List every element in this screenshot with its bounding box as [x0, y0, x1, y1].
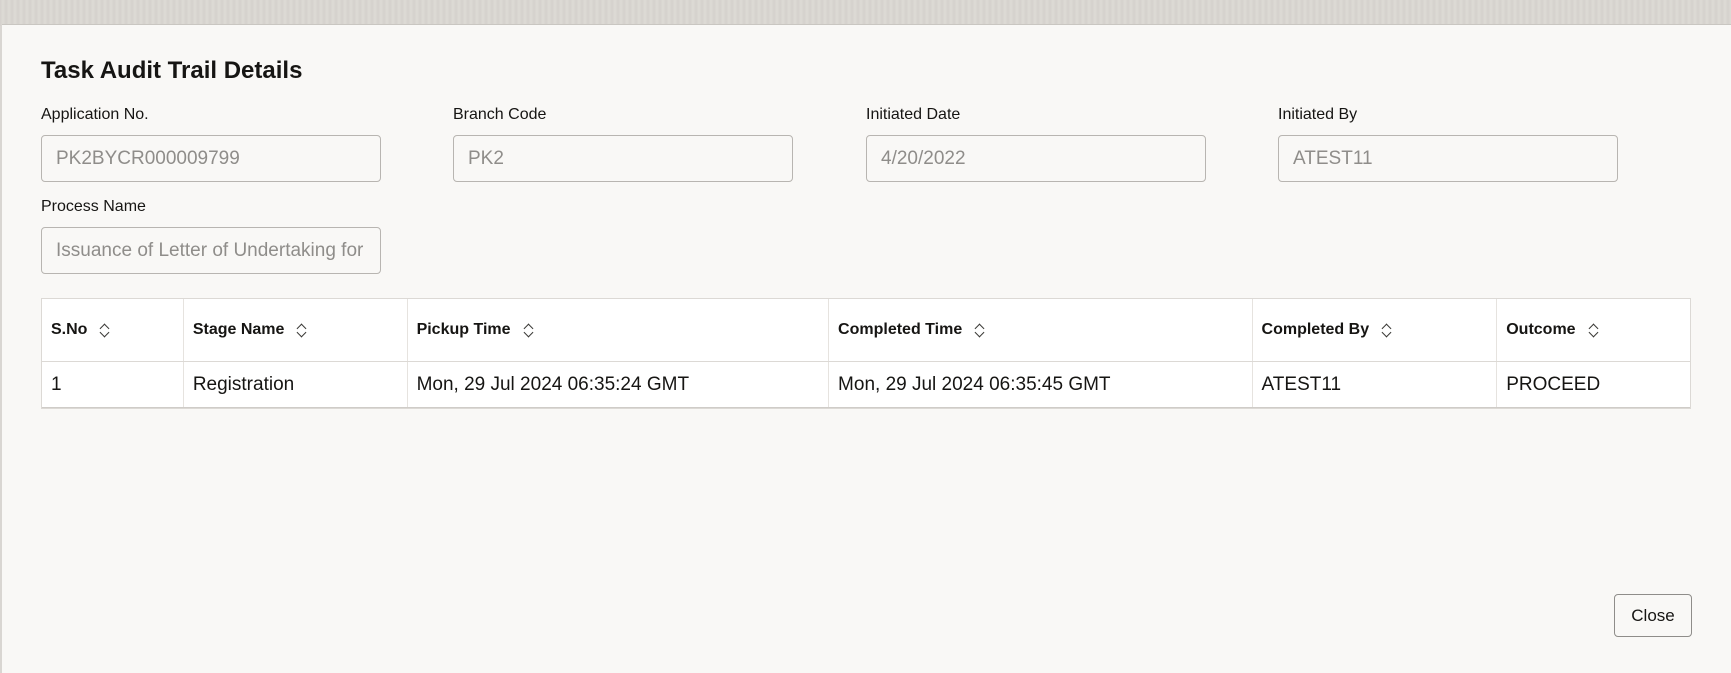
backdrop: [0, 0, 1731, 26]
audit-trail-dialog: Task Audit Trail Details Application No.…: [2, 24, 1731, 673]
initiated-date-field: Initiated Date: [866, 105, 1206, 182]
dialog-title: Task Audit Trail Details: [41, 57, 303, 84]
table-row[interactable]: 1 Registration Mon, 29 Jul 2024 06:35:24…: [42, 362, 1690, 408]
initiated-date-label: Initiated Date: [866, 106, 961, 123]
application-no-label: Application No.: [41, 106, 149, 123]
initiated-by-label: Initiated By: [1278, 106, 1358, 123]
cell-sno: 1: [42, 362, 184, 407]
column-header-label: Outcome: [1506, 321, 1576, 338]
sort-up-down-icon[interactable]: [1588, 323, 1600, 337]
column-header-label: Completed Time: [838, 321, 963, 338]
sort-up-down-icon[interactable]: [296, 323, 308, 337]
process-name-label: Process Name: [41, 198, 146, 215]
initiated-date-input[interactable]: [866, 135, 1206, 182]
audit-trail-table: S.No Stage Name Pickup Time Completed Ti…: [41, 298, 1691, 409]
branch-code-label: Branch Code: [453, 106, 547, 123]
process-name-field: Process Name: [41, 197, 381, 274]
cell-stage-name: Registration: [184, 362, 408, 407]
cell-completed-time: Mon, 29 Jul 2024 06:35:45 GMT: [829, 362, 1253, 407]
application-no-input[interactable]: [41, 135, 381, 182]
column-header-label: Pickup Time: [416, 321, 511, 338]
process-name-input[interactable]: [41, 227, 381, 274]
sort-up-down-icon[interactable]: [1381, 323, 1393, 337]
table-header: S.No Stage Name Pickup Time Completed Ti…: [42, 299, 1690, 362]
column-header-sno[interactable]: S.No: [42, 299, 184, 361]
application-no-field: Application No.: [41, 105, 381, 182]
column-header-completed-time[interactable]: Completed Time: [829, 299, 1253, 361]
sort-up-down-icon[interactable]: [523, 323, 535, 337]
sort-up-down-icon[interactable]: [974, 323, 986, 337]
column-header-stage-name[interactable]: Stage Name: [184, 299, 408, 361]
column-header-label: Stage Name: [192, 321, 285, 338]
cell-outcome: PROCEED: [1506, 373, 1601, 395]
sort-up-down-icon[interactable]: [99, 323, 111, 337]
branch-code-input[interactable]: [453, 135, 793, 182]
cell-pickup-time: Mon, 29 Jul 2024 06:35:24 GMT: [408, 362, 830, 407]
close-button[interactable]: Close: [1614, 594, 1692, 637]
column-header-label: Completed By: [1261, 321, 1370, 338]
column-header-pickup-time[interactable]: Pickup Time: [408, 299, 830, 361]
initiated-by-input[interactable]: [1278, 135, 1618, 182]
column-header-label: S.No: [51, 321, 88, 338]
initiated-by-field: Initiated By: [1278, 105, 1618, 182]
cell-completed-by: ATEST11: [1253, 362, 1498, 407]
column-header-outcome[interactable]: Outcome: [1497, 299, 1690, 361]
branch-code-field: Branch Code: [453, 105, 793, 182]
column-header-completed-by[interactable]: Completed By: [1253, 299, 1498, 361]
